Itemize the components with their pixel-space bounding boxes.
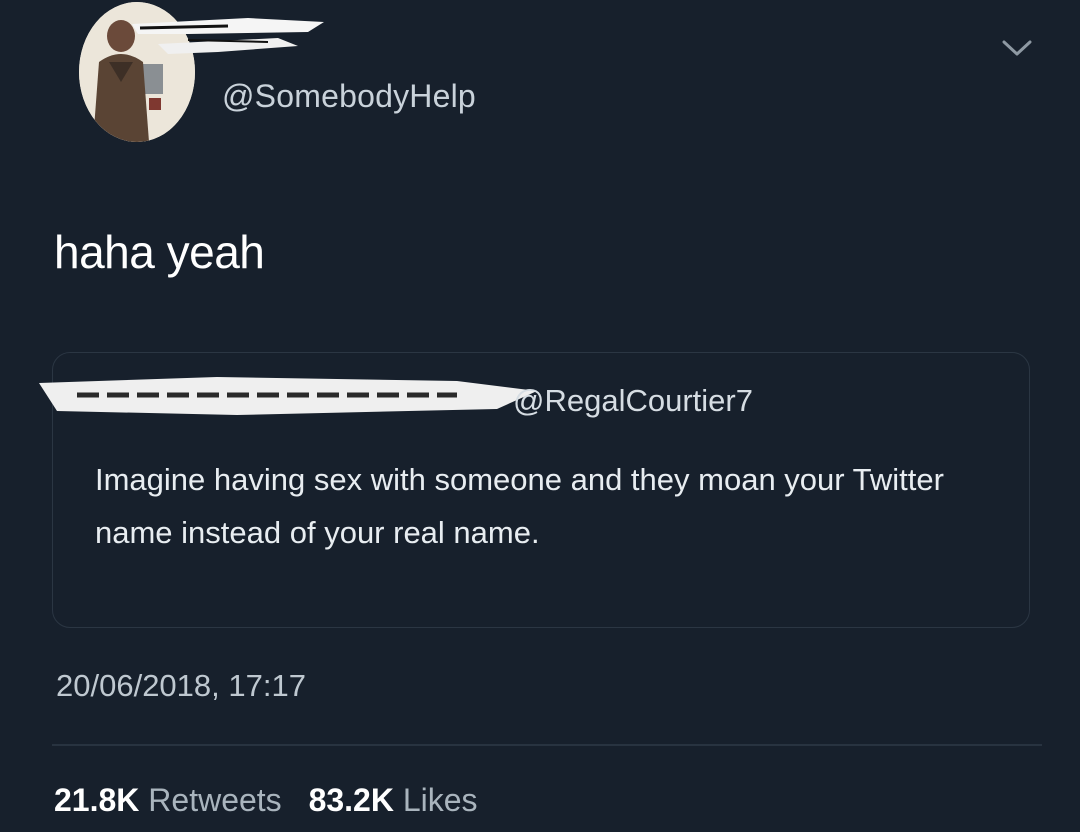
tweet-timestamp[interactable]: 20/06/2018, 17:17 <box>56 668 306 704</box>
retweets-count: 21.8K <box>54 782 140 818</box>
likes-stat[interactable]: 83.2K Likes <box>309 782 478 819</box>
tweet-text: haha yeah <box>54 226 265 278</box>
retweets-label: Retweets <box>148 782 282 818</box>
engagement-stats: 21.8K Retweets 83.2K Likes <box>54 782 478 819</box>
divider <box>52 744 1042 746</box>
chevron-down-icon[interactable] <box>1000 36 1034 60</box>
likes-count: 83.2K <box>308 782 394 818</box>
quoted-tweet-text: Imagine having sex with someone and they… <box>95 462 944 550</box>
redacted-display-name <box>132 18 324 54</box>
likes-label: Likes <box>402 782 478 818</box>
author-handle[interactable]: @SomebodyHelp <box>222 78 476 115</box>
redacted-quoted-name <box>39 377 537 415</box>
quoted-author-handle[interactable]: @RegalCourtier7 <box>513 383 753 419</box>
tweet: @SomebodyHelp haha yeah @RegalCourtier7 … <box>0 0 1080 832</box>
retweets-stat[interactable]: 21.8K Retweets <box>54 782 282 819</box>
quoted-tweet-card[interactable]: @RegalCourtier7 Imagine having sex with … <box>39 352 1030 628</box>
